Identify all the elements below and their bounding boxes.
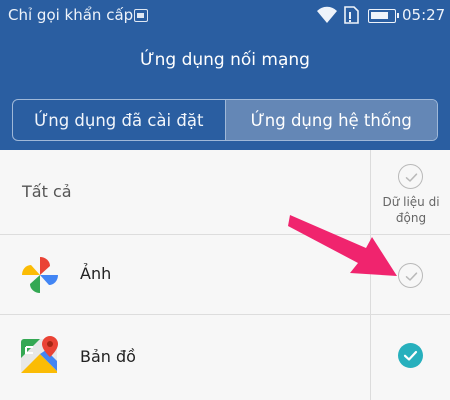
app-name: Bản đồ bbox=[80, 347, 136, 366]
page-title: Ứng dụng nối mạng bbox=[140, 50, 310, 70]
sim-card-icon bbox=[134, 9, 148, 22]
tab-installed-apps[interactable]: Ứng dụng đã cài đặt bbox=[13, 100, 225, 140]
clock: 05:27 bbox=[402, 6, 446, 24]
google-maps-icon bbox=[21, 336, 58, 373]
mobile-data-checkbox[interactable] bbox=[398, 343, 423, 368]
all-apps-label: Tất cả bbox=[22, 182, 72, 201]
tab-bar: Ứng dụng đã cài đặt Ứng dụng hệ thống bbox=[12, 99, 438, 141]
google-photos-icon bbox=[22, 257, 58, 293]
carrier-label: Chỉ gọi khẩn cấp bbox=[8, 6, 134, 24]
screen: Chỉ gọi khẩn cấp 05:27 Ứng dụng nối mạng… bbox=[0, 0, 450, 400]
list-header-row: Tất cả Dữ liệu di động bbox=[0, 150, 450, 235]
mobile-data-column-header: Dữ liệu di động bbox=[382, 195, 440, 225]
wifi-icon bbox=[317, 6, 337, 23]
select-all-checkbox[interactable] bbox=[398, 164, 423, 189]
battery-icon bbox=[368, 9, 399, 23]
app-header: Chỉ gọi khẩn cấp 05:27 Ứng dụng nối mạng… bbox=[0, 0, 450, 150]
list-item: Ảnh bbox=[0, 235, 450, 315]
app-name: Ảnh bbox=[80, 264, 112, 283]
tab-system-apps[interactable]: Ứng dụng hệ thống bbox=[224, 100, 437, 140]
mobile-data-checkbox[interactable] bbox=[398, 263, 423, 288]
list-item: Bản đồ bbox=[0, 315, 450, 400]
status-bar: Chỉ gọi khẩn cấp 05:27 bbox=[0, 0, 450, 34]
app-list: Tất cả Dữ liệu di động Ảnh Bản đồ bbox=[0, 150, 450, 400]
sim-tray-icon bbox=[344, 6, 359, 24]
